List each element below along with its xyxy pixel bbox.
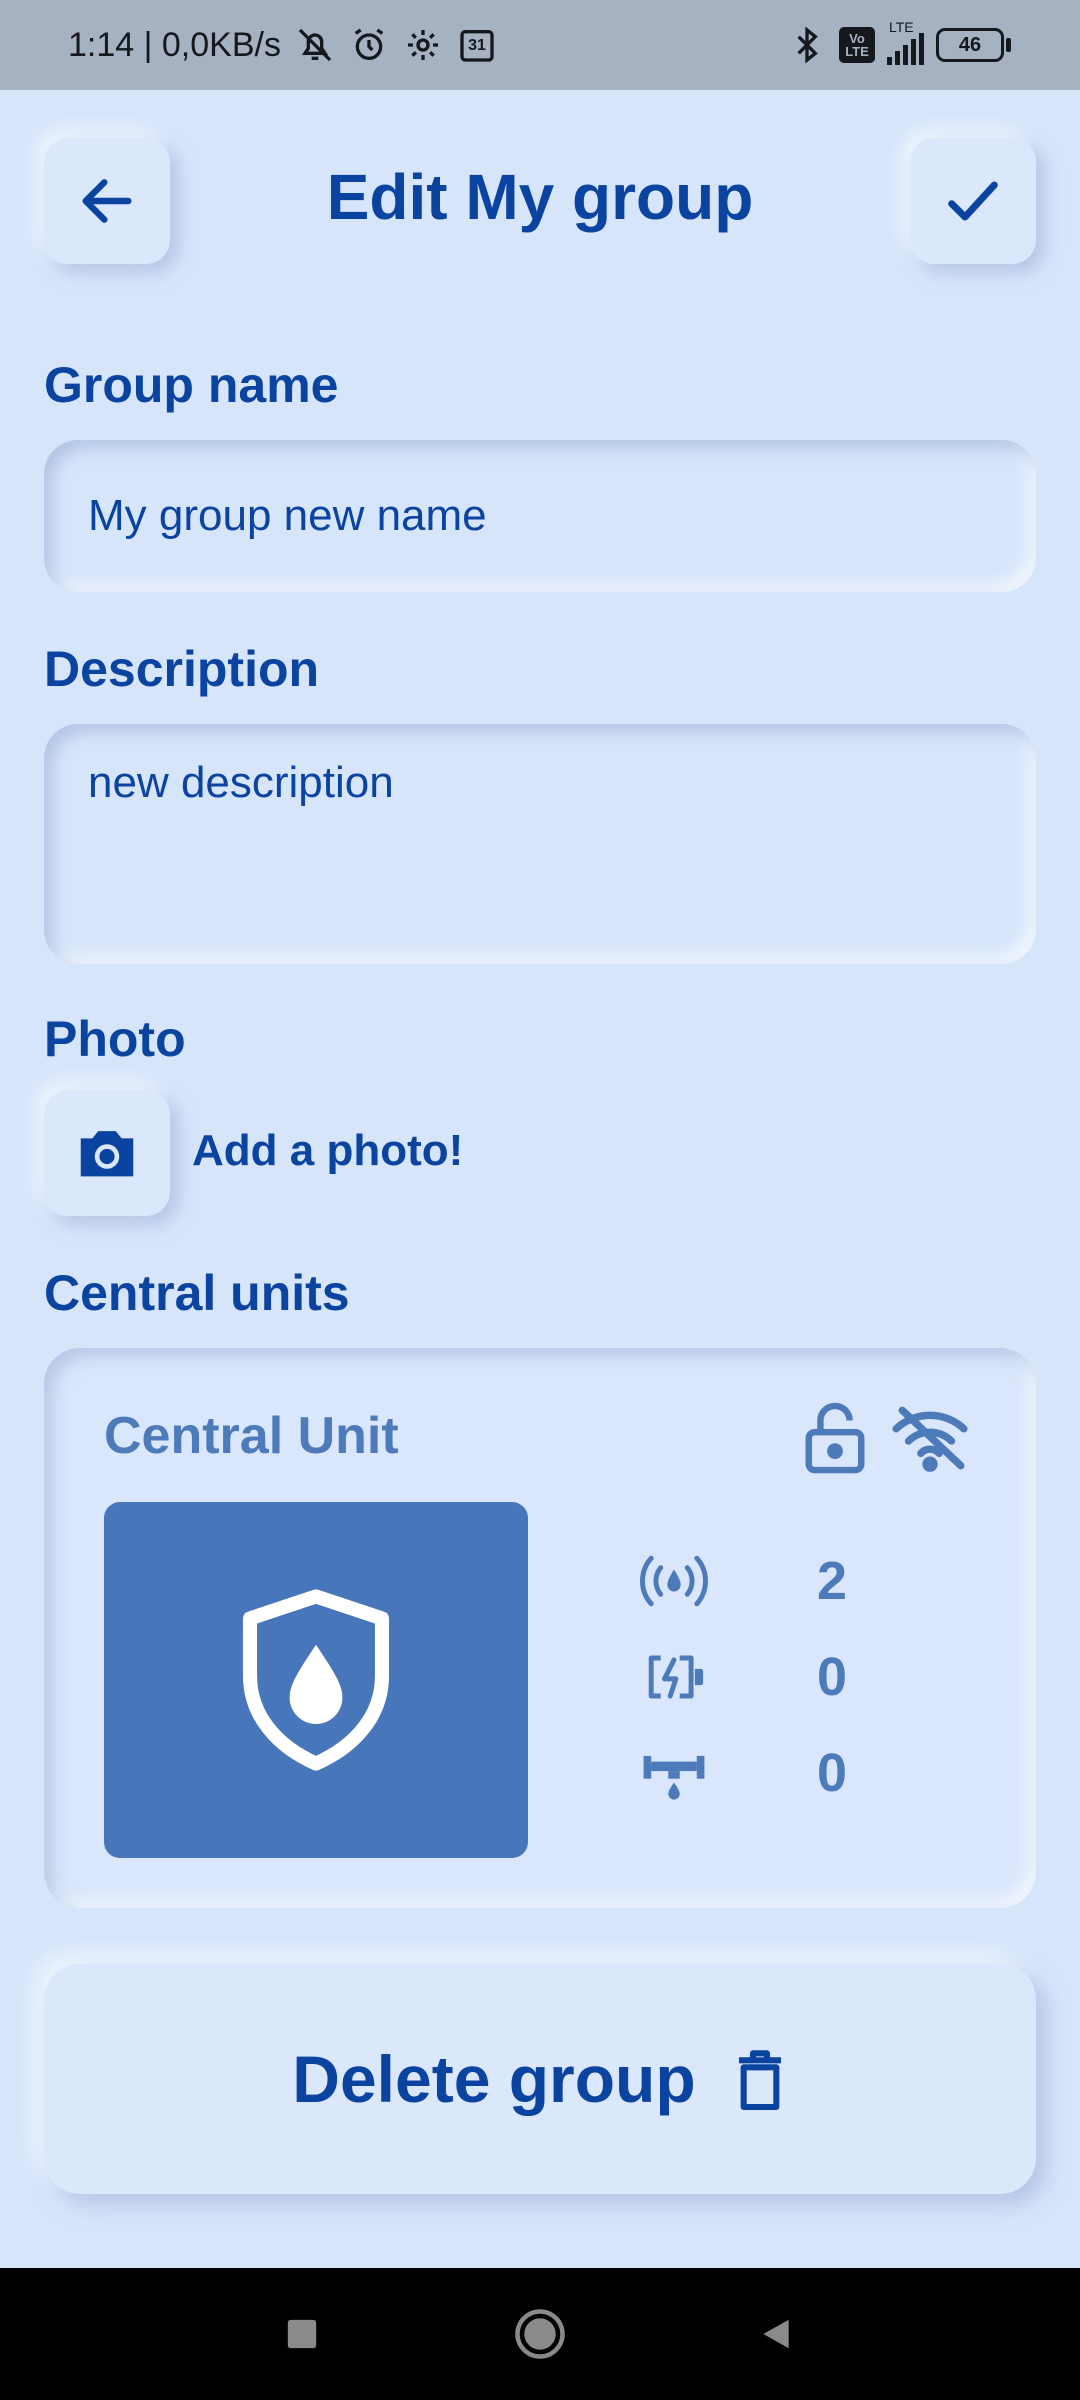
wifi-off-icon xyxy=(892,1406,968,1472)
add-photo-button[interactable] xyxy=(44,1090,170,1216)
calendar-day: 31 xyxy=(468,37,486,54)
unlocked-padlock-icon xyxy=(805,1402,865,1474)
status-bar: 1:14 | 0,0KB/s 31 Vo LTE LTE 46 xyxy=(0,0,1080,90)
central-unit-image xyxy=(104,1502,528,1858)
description-text: new description xyxy=(88,758,394,807)
system-nav-bar xyxy=(0,2268,1080,2400)
home-circle-icon xyxy=(515,2309,565,2359)
confirm-button[interactable] xyxy=(910,138,1036,264)
camera-icon xyxy=(80,1131,134,1177)
sensor-signal-icon xyxy=(640,1555,708,1607)
triangle-back-icon xyxy=(763,2319,789,2349)
battery-count: 0 xyxy=(816,1647,848,1707)
valves-count: 0 xyxy=(816,1743,848,1803)
delete-group-label: Delete group xyxy=(292,2042,696,2116)
checkmark-icon xyxy=(948,181,998,221)
add-photo-text[interactable]: Add a photo! xyxy=(192,1126,463,1176)
alarm-clock-icon xyxy=(349,25,389,65)
bluetooth-icon xyxy=(787,25,827,65)
water-valve-icon xyxy=(643,1755,705,1800)
shield-water-drop-icon xyxy=(242,1589,390,1771)
square-icon xyxy=(287,2319,317,2349)
delete-group-button[interactable]: Delete group xyxy=(44,1964,1036,2194)
sensors-count: 2 xyxy=(816,1551,848,1611)
central-unit-card[interactable]: Central Unit 2 0 0 xyxy=(44,1348,1036,1908)
trash-icon xyxy=(738,2050,781,2111)
description-input[interactable]: new description xyxy=(44,724,1036,964)
muted-bell-icon xyxy=(295,25,335,65)
recents-button[interactable] xyxy=(264,2296,340,2372)
battery-charge-icon xyxy=(648,1655,704,1699)
volte-badge: Vo LTE xyxy=(839,27,875,63)
status-time: 1:14 | 0,0KB/s xyxy=(68,25,281,64)
settings-gear-icon xyxy=(403,25,443,65)
lte-label: LTE xyxy=(889,19,914,35)
group-name-input[interactable] xyxy=(44,440,1036,592)
central-units-label: Central units xyxy=(44,1265,350,1321)
status-left: 1:14 | 0,0KB/s 31 xyxy=(68,0,497,90)
description-label: Description xyxy=(44,641,320,697)
battery-indicator: 46 xyxy=(936,28,1011,62)
photo-label: Photo xyxy=(44,1011,186,1067)
battery-level: 46 xyxy=(958,33,982,56)
home-button[interactable] xyxy=(502,2296,578,2372)
group-name-label: Group name xyxy=(44,357,339,413)
back-nav-button[interactable] xyxy=(738,2296,814,2372)
signal-icon: LTE xyxy=(887,19,924,65)
status-right: Vo LTE LTE 46 xyxy=(787,0,1011,90)
central-unit-name: Central Unit xyxy=(104,1407,399,1465)
calendar-icon: 31 xyxy=(457,25,497,65)
